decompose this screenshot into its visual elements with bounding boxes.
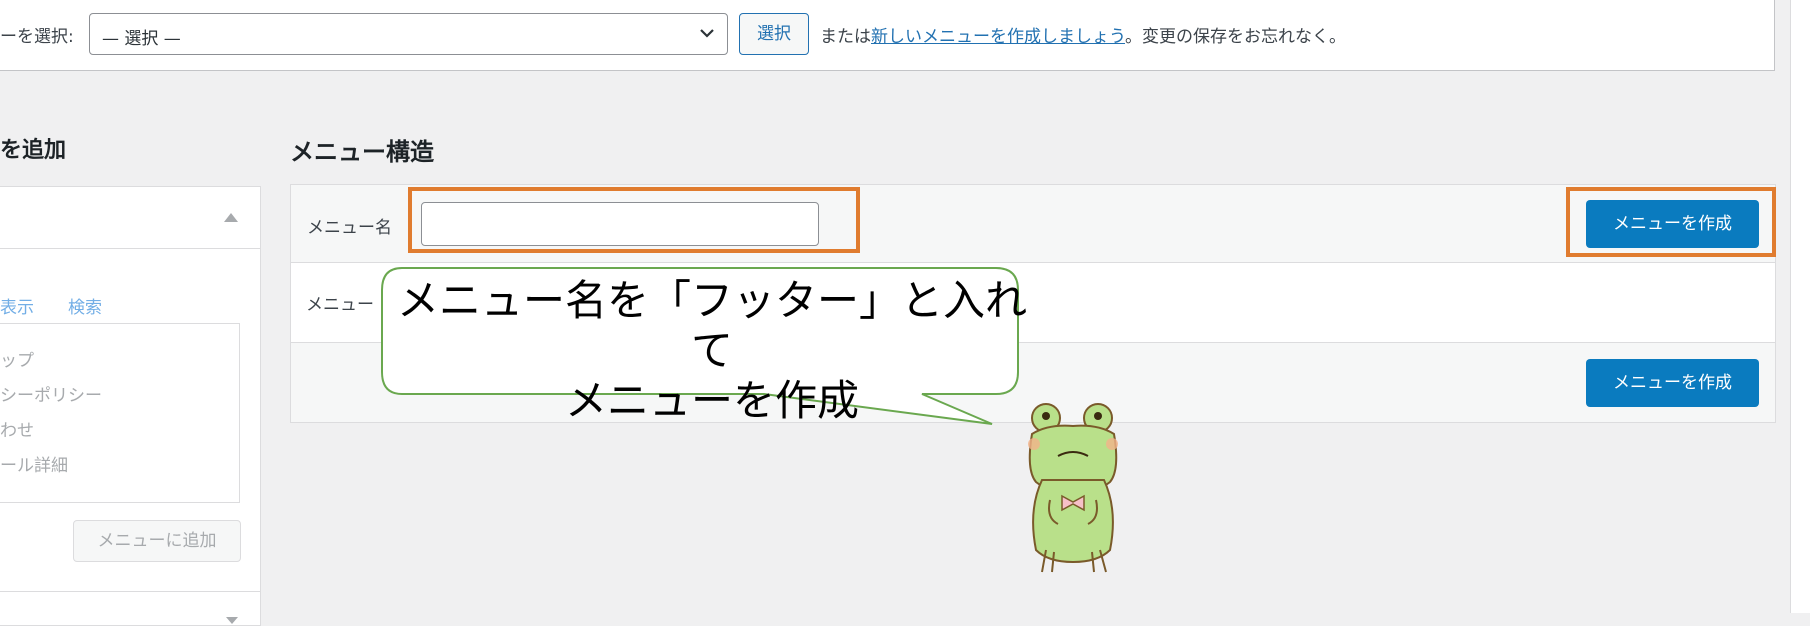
list-item[interactable]: ール詳細 <box>0 451 68 476</box>
annotation-text: メニュー名を「フッター」と入れて メニューを作成 <box>392 276 1032 426</box>
create-menu-hint: または新しいメニューを作成しましょう。変更の保存をお忘れなく。 <box>820 22 1346 47</box>
annotation-line-2: メニューを作成 <box>564 376 859 425</box>
caret-up-icon[interactable] <box>224 213 238 222</box>
menu-select-value: — 選択 — <box>102 29 181 49</box>
list-item[interactable]: わせ <box>0 416 34 441</box>
menu-select-dropdown[interactable]: — 選択 — <box>89 13 728 55</box>
add-menu-items-panel: 表示 検索 ップ シーポリシー わせ ール詳細 メニューに追加 <box>0 186 261 626</box>
create-new-menu-link[interactable]: 新しいメニューを作成しましょう <box>871 27 1125 47</box>
menu-structure-title: メニュー構造 <box>290 138 434 166</box>
save-reminder-text: 。変更の保存をお忘れなく。 <box>1124 27 1346 47</box>
caret-down-icon[interactable] <box>226 617 238 624</box>
page-checklist: ップ シーポリシー わせ ール詳細 <box>0 323 240 503</box>
highlight-name-input <box>408 187 860 253</box>
menu-body-label: メニュー <box>306 295 374 315</box>
add-menu-items-title: を追加 <box>0 138 67 163</box>
create-menu-button-bottom[interactable]: メニューを作成 <box>1586 359 1759 407</box>
menu-select-label: ーを選択: <box>0 27 74 47</box>
tab-search[interactable]: 検索 <box>68 293 102 318</box>
list-item[interactable]: シーポリシー <box>0 381 102 406</box>
divider <box>0 591 260 592</box>
page-scroll-gutter <box>1790 0 1810 613</box>
highlight-create-button <box>1566 187 1776 257</box>
add-to-menu-button[interactable]: メニューに追加 <box>73 520 241 562</box>
annotation-line-1: メニュー名を「フッター」と入れて <box>396 276 1027 375</box>
chevron-down-icon <box>700 29 714 38</box>
menu-name-label: メニュー名 <box>307 218 392 238</box>
list-item[interactable]: ップ <box>0 346 34 371</box>
or-text: または <box>820 27 871 47</box>
select-button[interactable]: 選択 <box>739 13 809 55</box>
frog-mascot-icon <box>1028 403 1118 573</box>
tab-view-all[interactable]: 表示 <box>0 293 34 318</box>
accordion-header[interactable] <box>0 187 260 249</box>
